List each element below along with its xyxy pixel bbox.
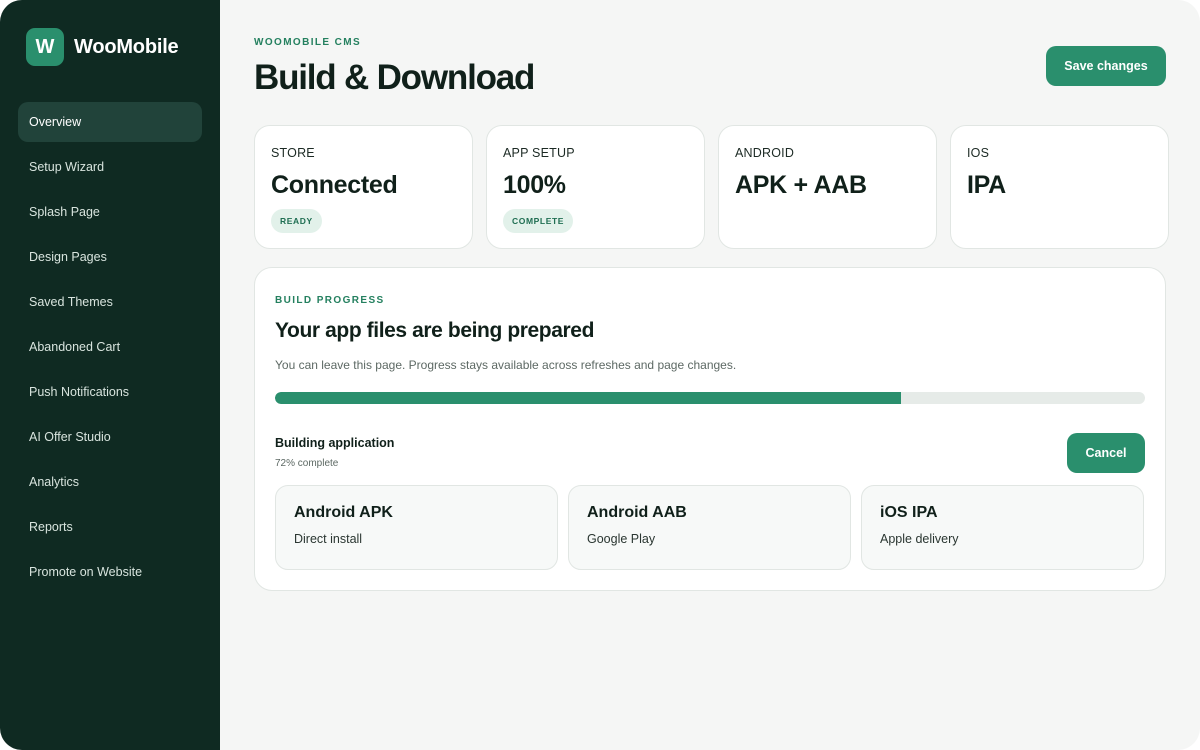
stat-label: IOS (967, 146, 990, 160)
stat-value: APK + AAB (735, 171, 867, 199)
stat-card-ios: IOS IPA (950, 125, 1169, 249)
save-changes-button[interactable]: Save changes (1046, 46, 1166, 86)
main-content: WOOMOBILE CMS Build & Download Save chan… (220, 0, 1200, 750)
build-progress-card: BUILD PROGRESS Your app files are being … (254, 267, 1166, 591)
build-artifacts: Android APK Direct install Android AAB G… (275, 485, 1144, 570)
build-status-title: Building application (275, 436, 395, 450)
stat-card-store: STORE Connected READY (254, 125, 473, 249)
sidebar-item-reports[interactable]: Reports (18, 507, 202, 547)
stat-card-app-setup: APP SETUP 100% COMPLETE (486, 125, 705, 249)
stats-row: STORE Connected READY APP SETUP 100% COM… (254, 125, 1169, 249)
sidebar-item-abandoned-cart[interactable]: Abandoned Cart (18, 327, 202, 367)
stat-label: STORE (271, 146, 315, 160)
sidebar: W WooMobile Overview Setup Wizard Splash… (0, 0, 220, 750)
progress-bar (275, 392, 1145, 404)
artifact-android-aab[interactable]: Android AAB Google Play (568, 485, 851, 570)
stat-value: Connected (271, 171, 398, 199)
artifact-desc: Apple delivery (880, 532, 959, 546)
status-badge: READY (271, 209, 322, 233)
brand-name: WooMobile (74, 35, 179, 58)
artifact-ios-ipa[interactable]: iOS IPA Apple delivery (861, 485, 1144, 570)
sidebar-item-ai-offer-studio[interactable]: AI Offer Studio (18, 417, 202, 457)
page-title: Build & Download (254, 58, 535, 97)
app-window: W WooMobile Overview Setup Wizard Splash… (0, 0, 1200, 750)
artifact-name: Android AAB (587, 504, 687, 521)
build-eyebrow: BUILD PROGRESS (275, 295, 385, 306)
sidebar-item-analytics[interactable]: Analytics (18, 462, 202, 502)
sidebar-item-overview[interactable]: Overview (18, 102, 202, 142)
progress-bar-fill (275, 392, 902, 404)
cancel-build-button[interactable]: Cancel (1067, 433, 1145, 473)
stat-card-android: ANDROID APK + AAB (718, 125, 937, 249)
header-eyebrow: WOOMOBILE CMS (254, 37, 362, 48)
stat-label: ANDROID (735, 146, 795, 160)
artifact-android-apk[interactable]: Android APK Direct install (275, 485, 558, 570)
status-badge: COMPLETE (503, 209, 574, 233)
sidebar-item-push-notifications[interactable]: Push Notifications (18, 372, 202, 412)
build-title: Your app files are being prepared (275, 319, 594, 342)
sidebar-item-design-pages[interactable]: Design Pages (18, 237, 202, 277)
sidebar-item-splash-page[interactable]: Splash Page (18, 192, 202, 232)
stat-value: 100% (503, 171, 566, 199)
artifact-name: iOS IPA (880, 504, 938, 521)
sidebar-item-promote-on-website[interactable]: Promote on Website (18, 552, 202, 592)
brand[interactable]: W WooMobile (26, 28, 202, 66)
stat-value: IPA (967, 171, 1006, 199)
build-description: You can leave this page. Progress stays … (275, 358, 737, 372)
brand-logo-icon: W (26, 28, 64, 66)
stat-label: APP SETUP (503, 146, 575, 160)
build-status-percent: 72% complete (275, 458, 339, 469)
sidebar-item-setup-wizard[interactable]: Setup Wizard (18, 147, 202, 187)
sidebar-nav: Overview Setup Wizard Splash Page Design… (18, 102, 202, 592)
artifact-desc: Google Play (587, 532, 656, 546)
sidebar-item-saved-themes[interactable]: Saved Themes (18, 282, 202, 322)
artifact-name: Android APK (294, 504, 393, 521)
artifact-desc: Direct install (294, 532, 363, 546)
